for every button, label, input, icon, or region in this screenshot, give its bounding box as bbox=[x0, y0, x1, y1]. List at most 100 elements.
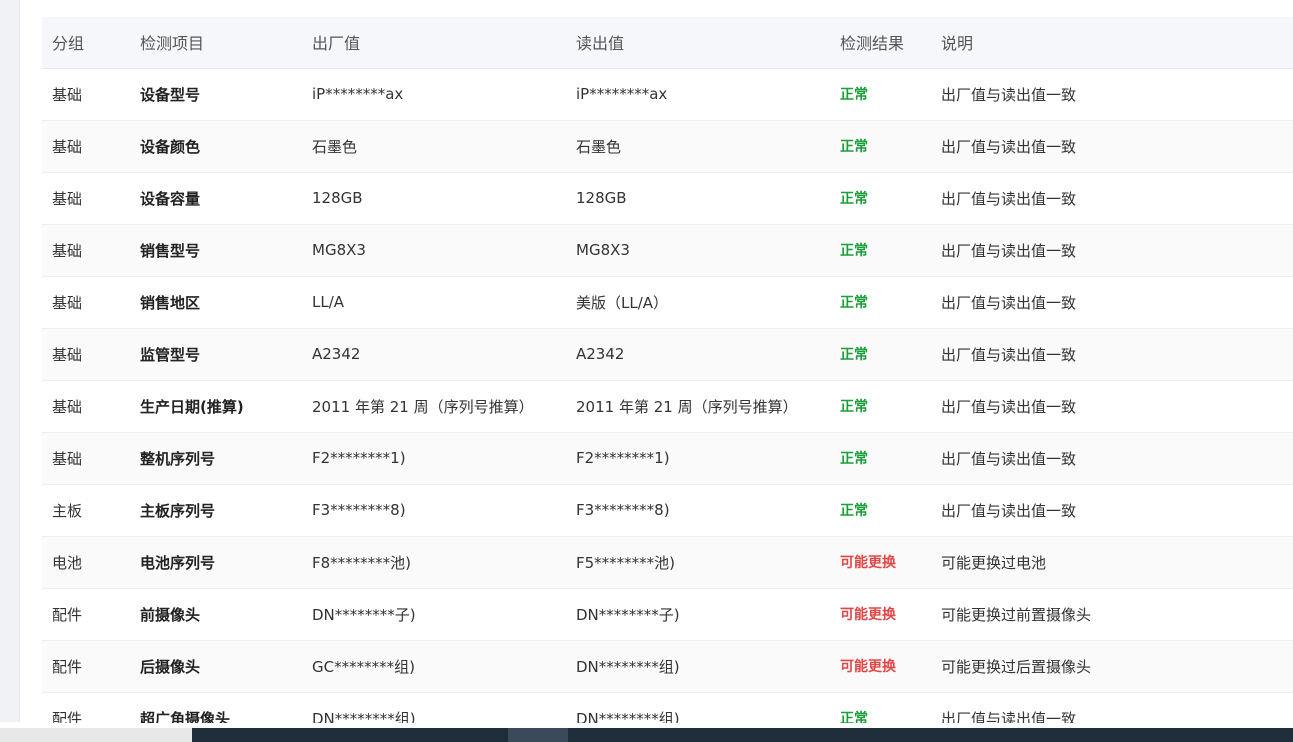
table-row: 基础 设备容量 128GB 128GB 正常 出厂值与读出值一致 bbox=[42, 172, 1293, 224]
taskbar bbox=[0, 728, 1293, 742]
cell-group: 配件 bbox=[52, 709, 83, 724]
table-row: 基础 销售地区 LL/A 美版（LL/A） 正常 出厂值与读出值一致 bbox=[42, 276, 1293, 328]
cell-item: 监管型号 bbox=[140, 345, 201, 364]
cell-factory-value: 128GB bbox=[312, 189, 363, 207]
taskbar-strip bbox=[192, 728, 1293, 742]
cell-factory-value: F2********1) bbox=[312, 449, 406, 467]
cell-factory-value: F3********8) bbox=[312, 501, 406, 519]
cell-read-value: iP********ax bbox=[576, 85, 668, 103]
cell-item: 前摄像头 bbox=[140, 605, 201, 624]
cell-note: 可能更换过后置摄像头 bbox=[941, 657, 1092, 676]
table-row: 基础 整机序列号 F2********1) F2********1) 正常 出厂值与读出值… bbox=[42, 432, 1293, 484]
cell-item: 销售型号 bbox=[140, 241, 201, 260]
taskbar-active-app[interactable] bbox=[508, 728, 568, 742]
cell-note: 出厂值与读出值一致 bbox=[941, 293, 1077, 312]
cell-result: 正常 bbox=[840, 139, 868, 155]
table-row: 配件 前摄像头 DN********子) DN********子) 可能更换 可能更换过前… bbox=[42, 588, 1293, 640]
table-body: 基础 设备型号 iP********ax iP********ax 正常 出厂值与读出值一… bbox=[42, 68, 1293, 723]
table-row: 电池 电池序列号 F8********池) F5********池) 可能更换 可能更换过… bbox=[42, 536, 1293, 588]
cell-group: 主板 bbox=[52, 501, 83, 520]
header-item: 检测项目 bbox=[130, 17, 302, 69]
cell-factory-value: MG8X3 bbox=[312, 241, 366, 259]
cell-result: 正常 bbox=[840, 243, 868, 259]
cell-read-value: MG8X3 bbox=[576, 241, 630, 259]
cell-note: 可能更换过电池 bbox=[941, 553, 1047, 572]
cell-item: 电池序列号 bbox=[140, 553, 216, 572]
cell-factory-value: GC********组) bbox=[312, 657, 415, 676]
cell-read-value: F5********池) bbox=[576, 553, 676, 572]
detection-table: 分组 检测项目 出厂值 读出值 检测结果 说明 基础 设备型号 iP********… bbox=[42, 17, 1293, 723]
cell-note: 出厂值与读出值一致 bbox=[941, 501, 1077, 520]
cell-item: 设备容量 bbox=[140, 189, 201, 208]
cell-factory-value: DN********组) bbox=[312, 709, 416, 724]
cell-group: 基础 bbox=[52, 137, 83, 156]
cell-read-value: DN********组) bbox=[576, 657, 680, 676]
cell-group: 基础 bbox=[52, 241, 83, 260]
cell-group: 基础 bbox=[52, 397, 83, 416]
table-row: 配件 超广角摄像头 DN********组) DN********组) 正常 出厂值与读出… bbox=[42, 692, 1293, 724]
cell-group: 配件 bbox=[52, 657, 83, 676]
cell-note: 出厂值与读出值一致 bbox=[941, 85, 1077, 104]
cell-result: 正常 bbox=[840, 503, 868, 519]
table-row: 基础 监管型号 A2342 A2342 正常 出厂值与读出值一致 bbox=[42, 328, 1293, 380]
page: 分组 检测项目 出厂值 读出值 检测结果 说明 基础 设备型号 iP********… bbox=[0, 0, 1293, 742]
cell-read-value: A2342 bbox=[576, 345, 625, 363]
cell-result: 可能更换 bbox=[840, 607, 896, 623]
cell-note: 出厂值与读出值一致 bbox=[941, 449, 1077, 468]
cell-group: 基础 bbox=[52, 449, 83, 468]
cell-factory-value: 2011 年第 21 周（序列号推算） bbox=[312, 397, 534, 416]
cell-note: 出厂值与读出值一致 bbox=[941, 709, 1077, 724]
cell-factory-value: LL/A bbox=[312, 293, 345, 311]
detection-table-container: 分组 检测项目 出厂值 读出值 检测结果 说明 基础 设备型号 iP********… bbox=[42, 17, 1293, 723]
cell-result: 可能更换 bbox=[840, 659, 896, 675]
cell-result: 正常 bbox=[840, 399, 868, 415]
cell-group: 基础 bbox=[52, 345, 83, 364]
cell-item: 生产日期(推算) bbox=[140, 397, 244, 416]
cell-group: 基础 bbox=[52, 85, 83, 104]
cell-read-value: 2011 年第 21 周（序列号推算） bbox=[576, 397, 798, 416]
cell-item: 超广角摄像头 bbox=[140, 709, 231, 724]
cell-group: 基础 bbox=[52, 293, 83, 312]
cell-note: 出厂值与读出值一致 bbox=[941, 137, 1077, 156]
cell-result: 正常 bbox=[840, 191, 868, 207]
table-row: 主板 主板序列号 F3********8) F3********8) 正常 出厂值与读出值… bbox=[42, 484, 1293, 536]
header-result: 检测结果 bbox=[830, 17, 931, 69]
cell-item: 销售地区 bbox=[140, 293, 201, 312]
cell-note: 出厂值与读出值一致 bbox=[941, 241, 1077, 260]
cell-note: 出厂值与读出值一致 bbox=[941, 397, 1077, 416]
cell-item: 整机序列号 bbox=[140, 449, 216, 468]
cell-group: 电池 bbox=[52, 553, 83, 572]
header-group: 分组 bbox=[42, 17, 130, 69]
cell-read-value: DN********组) bbox=[576, 709, 680, 724]
cell-note: 出厂值与读出值一致 bbox=[941, 189, 1077, 208]
table-row: 基础 销售型号 MG8X3 MG8X3 正常 出厂值与读出值一致 bbox=[42, 224, 1293, 276]
table-row: 基础 设备颜色 石墨色 石墨色 正常 出厂值与读出值一致 bbox=[42, 120, 1293, 172]
left-sidebar-edge bbox=[0, 0, 20, 722]
cell-result: 正常 bbox=[840, 347, 868, 363]
table-row: 配件 后摄像头 GC********组) DN********组) 可能更换 可能更换过后… bbox=[42, 640, 1293, 692]
cell-group: 基础 bbox=[52, 189, 83, 208]
cell-read-value: 128GB bbox=[576, 189, 627, 207]
cell-result: 正常 bbox=[840, 87, 868, 103]
cell-factory-value: F8********池) bbox=[312, 553, 412, 572]
header-read-value: 读出值 bbox=[566, 17, 830, 69]
cell-read-value: 石墨色 bbox=[576, 137, 622, 156]
cell-read-value: DN********子) bbox=[576, 605, 680, 624]
cell-result: 正常 bbox=[840, 451, 868, 467]
cell-note: 可能更换过前置摄像头 bbox=[941, 605, 1092, 624]
cell-result: 正常 bbox=[840, 295, 868, 311]
cell-read-value: F2********1) bbox=[576, 449, 670, 467]
cell-item: 后摄像头 bbox=[140, 657, 201, 676]
cell-result: 可能更换 bbox=[840, 555, 896, 571]
cell-item: 设备型号 bbox=[140, 85, 201, 104]
cell-result: 正常 bbox=[840, 711, 868, 723]
cell-factory-value: 石墨色 bbox=[312, 137, 358, 156]
cell-read-value: F3********8) bbox=[576, 501, 670, 519]
cell-note: 出厂值与读出值一致 bbox=[941, 345, 1077, 364]
table-header: 分组 检测项目 出厂值 读出值 检测结果 说明 bbox=[42, 17, 1293, 69]
table-header-row: 分组 检测项目 出厂值 读出值 检测结果 说明 bbox=[42, 17, 1293, 69]
cell-factory-value: iP********ax bbox=[312, 85, 404, 103]
cell-factory-value: DN********子) bbox=[312, 605, 416, 624]
table-row: 基础 生产日期(推算) 2011 年第 21 周（序列号推算） 2011 年第 21 … bbox=[42, 380, 1293, 432]
cell-factory-value: A2342 bbox=[312, 345, 361, 363]
